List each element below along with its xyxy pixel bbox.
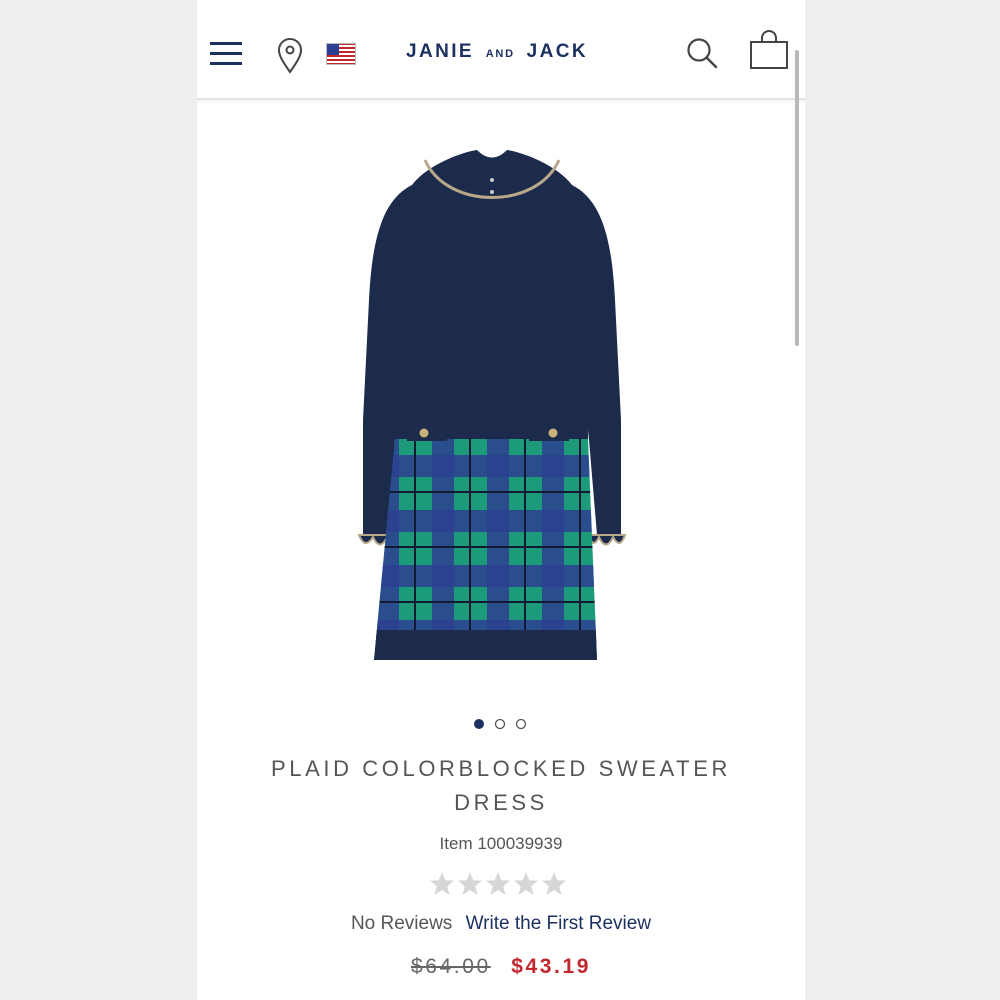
logo-word-and: AND	[485, 48, 515, 60]
menu-icon[interactable]	[210, 40, 242, 68]
no-reviews-label: No Reviews	[350, 913, 453, 934]
mobile-page: JANIE AND JACK PLAID COLORBLOCKED SWEATE…	[197, 0, 805, 1000]
site-header: JANIE AND JACK	[197, 0, 805, 100]
original-price: $64.00	[410, 955, 491, 978]
star-icon	[486, 872, 510, 895]
search-icon[interactable]	[685, 36, 719, 70]
logo-word-right: JACK	[526, 41, 588, 62]
logo-word-left: JANIE	[406, 41, 474, 62]
star-icon	[430, 872, 454, 895]
brand-logo[interactable]: JANIE AND JACK	[347, 41, 647, 63]
price-row: $64.00 $43.19	[197, 955, 805, 979]
carousel-dot-2[interactable]	[494, 718, 506, 730]
carousel-dots	[474, 718, 527, 730]
sale-price: $43.19	[511, 955, 592, 978]
scrollbar[interactable]	[795, 50, 799, 346]
product-image[interactable]	[277, 140, 727, 670]
shopping-bag-icon[interactable]	[748, 29, 790, 71]
product-title-line-1: PLAID COLORBLOCKED SWEATER	[271, 756, 731, 781]
star-icon	[514, 872, 538, 895]
carousel-dot-1[interactable]	[474, 719, 484, 729]
carousel-dot-3[interactable]	[515, 718, 527, 730]
product-title-line-2: DRESS	[454, 790, 548, 815]
write-review-link[interactable]: Write the First Review	[466, 913, 651, 934]
product-title: PLAID COLORBLOCKED SWEATER DRESS	[197, 752, 805, 820]
rating-stars	[430, 872, 566, 895]
location-pin-icon[interactable]	[275, 38, 305, 74]
item-number: Item 100039939	[439, 834, 563, 853]
reviews-row: No Reviews Write the First Review	[197, 913, 805, 935]
star-icon	[542, 872, 566, 895]
star-icon	[458, 872, 482, 895]
